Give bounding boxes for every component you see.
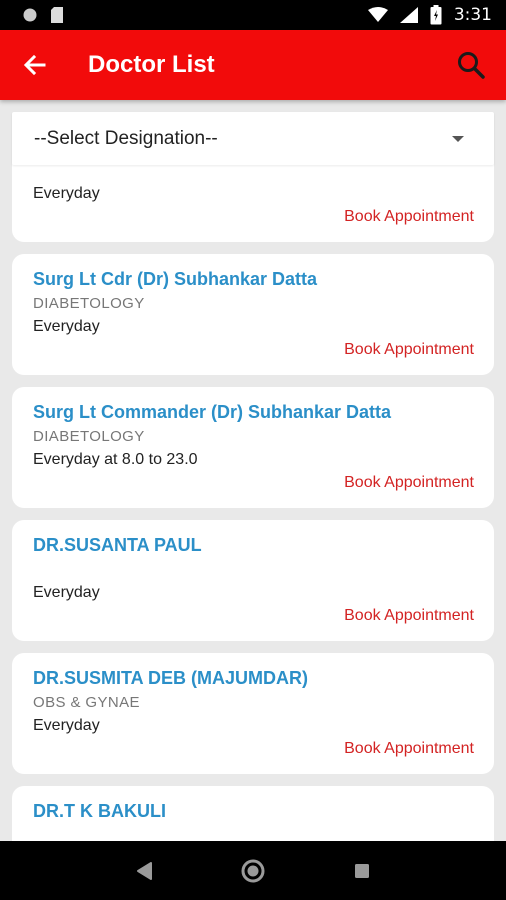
doctor-name: Surg Lt Commander (Dr) Subhankar Datta: [33, 402, 392, 422]
doctor-name: DR.T K BAKULI: [33, 801, 166, 821]
doctor-department: DIABETOLOGY: [33, 295, 145, 312]
doctor-name: DR.SUSMITA DEB (MAJUMDAR): [33, 668, 308, 688]
nav-back-button[interactable]: [124, 851, 164, 891]
doctor-schedule: Everyday: [33, 584, 100, 601]
book-appointment-button[interactable]: Book Appointment: [344, 474, 474, 492]
doctor-schedule: Everyday at 8.0 to 23.0: [33, 451, 198, 468]
page-title: Doctor List: [88, 51, 215, 78]
book-appointment-button[interactable]: Book Appointment: [344, 607, 474, 625]
doctor-card[interactable]: DR.SUSANTA PAUL Everyday Book Appointmen…: [12, 520, 494, 641]
system-nav-bar: [0, 841, 506, 900]
designation-select[interactable]: --Select Designation--: [12, 112, 494, 165]
recents-square-icon: [354, 863, 369, 878]
battery-icon: [430, 5, 442, 25]
record-icon: [23, 8, 37, 22]
search-icon: [458, 52, 485, 79]
nav-recents-button[interactable]: [342, 851, 382, 891]
app-bar: Doctor List: [0, 30, 506, 100]
doctor-card[interactable]: Surg Lt Commander (Dr) Subhankar Datta D…: [12, 387, 494, 508]
doctor-schedule: Everyday: [33, 185, 100, 202]
back-button[interactable]: [0, 30, 70, 100]
designation-select-value: --Select Designation--: [34, 127, 218, 149]
chevron-down-icon: [452, 135, 464, 142]
doctor-card[interactable]: DR.SUSMITA DEB (MAJUMDAR) OBS & GYNAE Ev…: [12, 653, 494, 774]
doctor-list-content[interactable]: --Select Designation-- Everyday Book App…: [0, 100, 506, 841]
doctor-department: OBS & GYNAE: [33, 694, 140, 711]
doctor-department: DIABETOLOGY: [33, 428, 145, 445]
book-appointment-button[interactable]: Book Appointment: [344, 341, 474, 359]
doctor-card[interactable]: DR.T K BAKULI: [12, 786, 494, 841]
arrow-left-icon: [23, 54, 46, 76]
nav-home-button[interactable]: [233, 851, 273, 891]
home-circle-icon: [241, 859, 265, 882]
wifi-icon: [367, 7, 388, 22]
doctor-card[interactable]: Surg Lt Cdr (Dr) Subhankar Datta DIABETO…: [12, 254, 494, 375]
book-appointment-button[interactable]: Book Appointment: [344, 740, 474, 758]
signal-icon: [399, 7, 418, 23]
doctor-name: DR.SUSANTA PAUL: [33, 535, 202, 555]
doctor-name: Surg Lt Cdr (Dr) Subhankar Datta: [33, 269, 318, 289]
doctor-schedule: Everyday: [33, 717, 100, 734]
sd-card-icon: [51, 7, 63, 23]
book-appointment-button[interactable]: Book Appointment: [344, 208, 474, 226]
status-time: 3:31: [453, 5, 492, 25]
back-triangle-icon: [137, 861, 153, 880]
doctor-schedule: Everyday: [33, 318, 100, 335]
status-bar: 3:31: [0, 0, 506, 30]
search-button[interactable]: [436, 30, 506, 100]
